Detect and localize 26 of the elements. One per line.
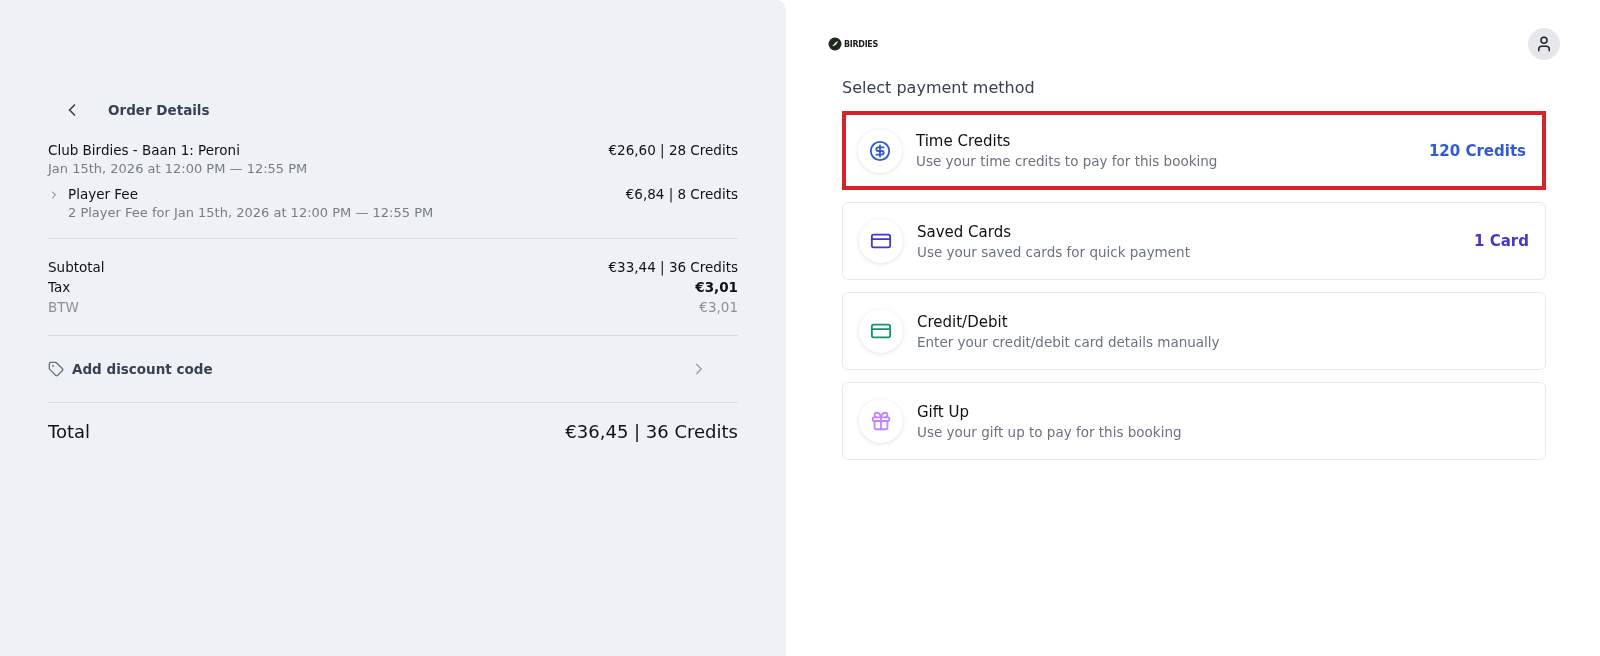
logo-text: BIRDIES xyxy=(844,39,878,49)
summary-label: Subtotal xyxy=(48,258,105,277)
order-title: Order Details xyxy=(108,102,210,118)
payment-method-card[interactable]: Credit/Debit Enter your credit/debit card details manually xyxy=(842,292,1546,370)
total-value: €36,45 | 36 Credits xyxy=(565,421,738,442)
item-detail: Jan 15th, 2026 at 12:00 PM — 12:55 PM xyxy=(48,161,308,176)
summary-label: Tax xyxy=(48,278,71,297)
summary-label: BTW xyxy=(48,298,79,317)
tag-icon xyxy=(48,361,64,377)
item-detail: 2 Player Fee for Jan 15th, 2026 at 12:00 PM — 12:55 PM xyxy=(68,205,434,220)
summary-value: €33,44 | 36 Credits xyxy=(608,258,738,277)
payment-method-card[interactable]: Saved Cards Use your saved cards for quick payment 1 Card xyxy=(842,202,1546,280)
payment-method-card[interactable]: Time Credits Use your time credits to pay for this booking 120 Credits xyxy=(842,111,1546,190)
item-price: €26,60 | 28 Credits xyxy=(608,142,738,158)
user-avatar-button[interactable] xyxy=(1528,28,1560,60)
payment-title: Select payment method xyxy=(842,78,1036,97)
item-name: Club Birdies - Baan 1: Peroni xyxy=(48,142,241,158)
payment-method-card[interactable]: Gift Up Use your gift up to pay for this booking xyxy=(842,382,1546,460)
logo-icon xyxy=(828,37,842,51)
summary-value: €3,01 xyxy=(699,298,738,317)
discount-code-button[interactable]: Add discount code xyxy=(48,354,738,384)
total-label: Total xyxy=(48,421,91,442)
item-name: Player Fee xyxy=(68,186,139,202)
summary-value: €3,01 xyxy=(695,278,738,297)
user-icon xyxy=(1535,35,1553,53)
item-price: €6,84 | 8 Credits xyxy=(625,186,738,202)
